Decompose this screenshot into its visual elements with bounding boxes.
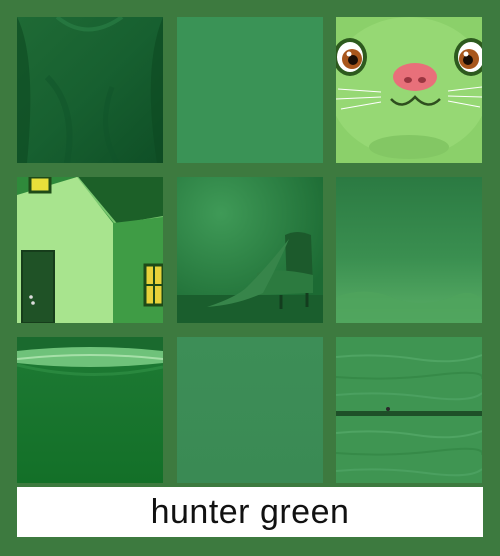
green-room-armchair-image xyxy=(177,177,323,323)
caption-bar: hunter green xyxy=(17,487,483,537)
green-cartoon-cat-face-image xyxy=(336,17,482,163)
green-wood-plank-image xyxy=(336,337,482,483)
caption-text: hunter green xyxy=(150,492,350,531)
solid-green-swatch xyxy=(177,17,323,163)
flat-green-swatch xyxy=(177,337,323,483)
green-gradient-haze-image xyxy=(336,177,482,323)
green-bowl-rim-image xyxy=(17,337,163,483)
green-painted-house-image xyxy=(17,177,163,323)
green-shirt-fabric-image xyxy=(17,17,163,163)
